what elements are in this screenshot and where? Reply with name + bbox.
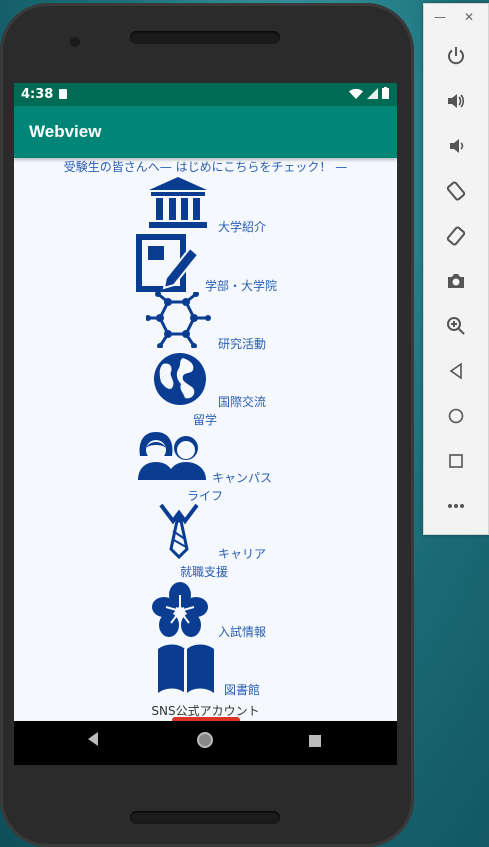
app-bar: Webview — [14, 106, 397, 158]
wifi-icon — [349, 88, 363, 99]
building-icon[interactable] — [147, 177, 209, 229]
more-icon[interactable] — [444, 494, 468, 518]
volume-up-icon[interactable] — [444, 89, 468, 113]
overview-icon[interactable] — [444, 449, 468, 473]
signal-icon — [367, 87, 378, 99]
globe-icon[interactable] — [153, 352, 207, 406]
notice-link[interactable]: 受験生の皆さんへ— はじめにこちらをチェック！ — — [14, 158, 397, 175]
people-icon[interactable] — [136, 430, 210, 480]
nav-bar — [14, 721, 397, 765]
item-label-international[interactable]: 国際交流 — [218, 393, 266, 410]
item-label-study-abroad[interactable]: 留学 — [193, 411, 217, 428]
item-label-faculties[interactable]: 学部・大学院 — [205, 277, 277, 294]
necktie-icon[interactable] — [159, 503, 199, 559]
sakura-icon[interactable] — [151, 581, 209, 637]
battery-icon — [382, 87, 389, 99]
front-camera — [70, 37, 80, 47]
webview-content: 受験生の皆さんへ— はじめにこちらをチェック！ — 大学紹介 学部・大学院 研究… — [14, 158, 397, 765]
nav-overview-icon[interactable] — [308, 734, 322, 748]
molecule-icon[interactable] — [146, 292, 212, 348]
item-label-library[interactable]: 図書館 — [224, 681, 260, 698]
book-icon[interactable] — [156, 641, 216, 695]
document-pen-icon[interactable] — [136, 234, 202, 292]
status-time: 4:38 — [21, 87, 54, 102]
home-icon[interactable] — [444, 404, 468, 428]
bottom-speaker — [130, 811, 280, 824]
minimize-icon[interactable]: — — [434, 10, 446, 24]
device-screen: 4:38 Webview 受験生の皆さんへ— はじめにこちらをチェック！ — 大… — [14, 83, 397, 765]
app-title: Webview — [29, 122, 102, 141]
zoom-icon[interactable] — [444, 314, 468, 338]
rotate-right-icon[interactable] — [444, 224, 468, 248]
volume-down-icon[interactable] — [444, 134, 468, 158]
item-label-campus[interactable]: キャンパス — [212, 469, 272, 486]
nav-home-icon[interactable] — [196, 731, 214, 749]
item-label-job-support[interactable]: 就職支援 — [180, 563, 228, 580]
item-label-career[interactable]: キャリア — [218, 545, 266, 562]
rotate-left-icon[interactable] — [444, 179, 468, 203]
close-icon[interactable]: ✕ — [464, 10, 474, 24]
top-speaker — [130, 31, 280, 44]
back-icon[interactable] — [444, 359, 468, 383]
item-label-about[interactable]: 大学紹介 — [218, 218, 266, 235]
item-label-research[interactable]: 研究活動 — [218, 335, 266, 352]
camera-icon[interactable] — [444, 269, 468, 293]
status-bar: 4:38 — [14, 83, 397, 106]
item-label-admission[interactable]: 入試情報 — [218, 623, 266, 640]
power-icon[interactable] — [444, 44, 468, 68]
sd-card-icon — [59, 89, 67, 99]
item-label-life[interactable]: ライフ — [187, 487, 223, 504]
emulator-toolbar: — ✕ — [423, 3, 489, 535]
nav-back-icon[interactable] — [86, 731, 100, 747]
